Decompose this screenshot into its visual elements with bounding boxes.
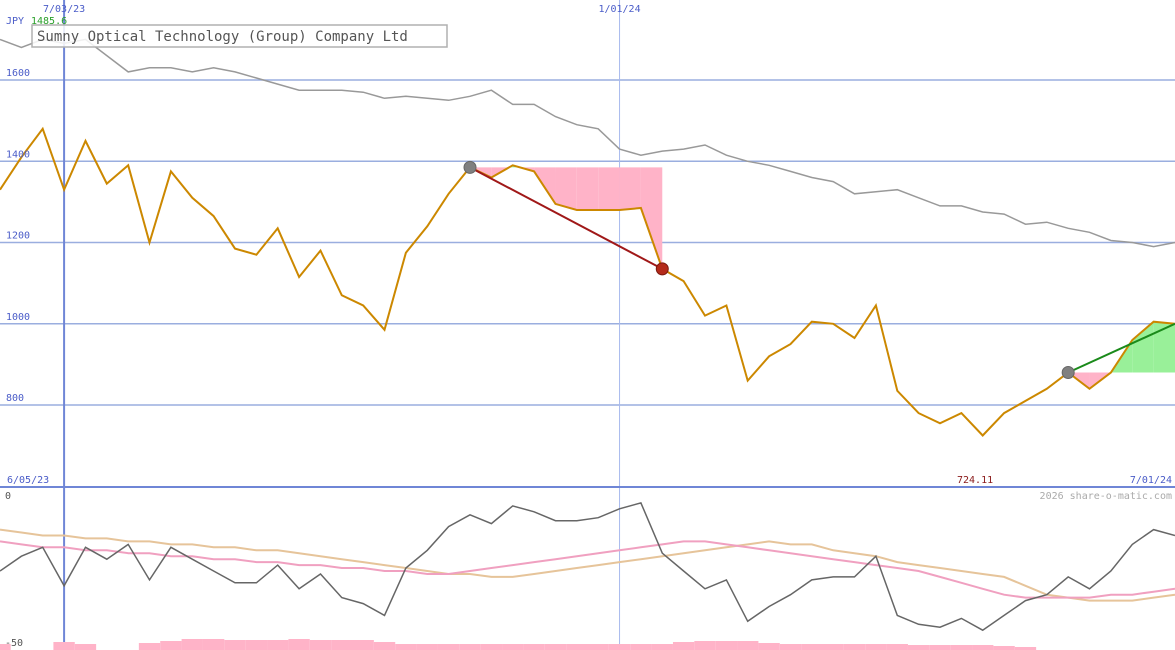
- volume-bar-21: [523, 644, 545, 650]
- volume-bar-6: [202, 639, 225, 650]
- oscillator-tan-line: [0, 528, 1175, 602]
- volume-bar-38: [886, 644, 908, 650]
- grid-lines: [0, 0, 1175, 650]
- volume-bar-40: [929, 645, 951, 650]
- trade-fill-0-26-0: [555, 167, 577, 210]
- bottom-date-label-0: 6/05/23: [7, 475, 49, 486]
- low-value-label: 724.11: [957, 475, 993, 486]
- volume-bar-13: [352, 640, 374, 650]
- trade-fills: [470, 165, 1175, 389]
- volume-bar-25: [608, 644, 631, 650]
- volume-bar-16: [416, 644, 438, 650]
- volume-bar-22: [544, 644, 567, 650]
- volume-bar-28: [672, 642, 695, 650]
- series-lines: [0, 38, 1175, 437]
- volume-bar-14: [373, 642, 396, 650]
- volume-bar-1: [53, 642, 75, 650]
- volume-bar-10: [288, 639, 310, 650]
- volume-bar-29: [694, 641, 716, 650]
- legend-company-name: Sumny Optical Technology (Group) Company…: [37, 29, 408, 45]
- trade-entry-marker-0: [463, 160, 477, 174]
- volume-bar-15: [395, 644, 417, 650]
- volume-bar-9: [267, 640, 289, 650]
- currency-label: JPY: [6, 16, 24, 27]
- stock-chart: 800 1000 1200 1400 1600 7/03/23 1/01/24 6/05/2…: [0, 0, 1175, 650]
- volume-bar-20: [502, 644, 524, 650]
- volume-bar-17: [437, 644, 460, 650]
- volume-bar-24: [587, 644, 609, 650]
- volume-bar-8: [245, 640, 268, 650]
- volume-bar-34: [801, 644, 823, 650]
- oscillator-bottom-label: -50: [5, 638, 23, 649]
- y-tick-label-1000: 1000: [6, 312, 30, 323]
- oscillator-top-label: 0: [5, 491, 11, 502]
- y-tick-label-1200: 1200: [6, 231, 30, 242]
- trade-fill-0-28-0: [598, 167, 620, 210]
- volume-bar-2: [74, 644, 97, 650]
- trade-exit-marker-0: [655, 262, 669, 276]
- legend: Sumny Optical Technology (Group) Company…: [31, 24, 448, 48]
- volume-bar-36: [843, 644, 866, 650]
- volume-bar-4: [160, 641, 182, 650]
- volume-bar-39: [907, 645, 930, 650]
- trade-entry-marker-1: [1061, 366, 1075, 379]
- volume-bar-23: [566, 644, 588, 650]
- volume-bar-26: [630, 644, 652, 650]
- volume-bar-11: [309, 640, 332, 650]
- volume-bar-19: [480, 644, 503, 650]
- volume-bar-32: [758, 643, 780, 650]
- bottom-date-label-1: 7/01/24: [1130, 475, 1172, 486]
- oscillator-lines: [0, 502, 1175, 632]
- volume-bar-42: [972, 645, 994, 650]
- volume-bar-31: [737, 641, 759, 650]
- volume-bar-33: [779, 644, 802, 650]
- volume-bars: [0, 639, 1037, 650]
- volume-bar-5: [181, 639, 203, 650]
- volume-bar-41: [950, 645, 973, 650]
- volume-bar-7: [224, 640, 246, 650]
- volume-bar-12: [331, 640, 353, 650]
- volume-bar-30: [715, 641, 738, 650]
- date-labels: 7/03/23 1/01/24 6/05/23 7/01/24: [7, 4, 1172, 486]
- y-tick-labels: 800 1000 1200 1400 1600: [6, 68, 30, 404]
- index-series-line: [0, 38, 1175, 248]
- y-tick-label-1600: 1600: [6, 68, 30, 79]
- trade-fill-0-27-0: [576, 167, 599, 210]
- volume-bar-43: [993, 646, 1015, 650]
- volume-bar-18: [459, 644, 481, 650]
- y-tick-label-800: 800: [6, 393, 24, 404]
- trade-fill-1-53-0: [1132, 321, 1154, 373]
- trade-fill-0-29-0: [619, 167, 641, 210]
- watermark: 2026 share-o-matic.com: [1040, 491, 1172, 502]
- top-date-label-1: 1/01/24: [598, 4, 640, 15]
- volume-bar-27: [651, 644, 673, 650]
- volume-bar-37: [865, 644, 887, 650]
- volume-bar-35: [822, 644, 844, 650]
- volume-bar-3: [138, 643, 161, 650]
- top-date-label-0: 7/03/23: [43, 4, 85, 15]
- y-tick-label-1400: 1400: [6, 149, 30, 160]
